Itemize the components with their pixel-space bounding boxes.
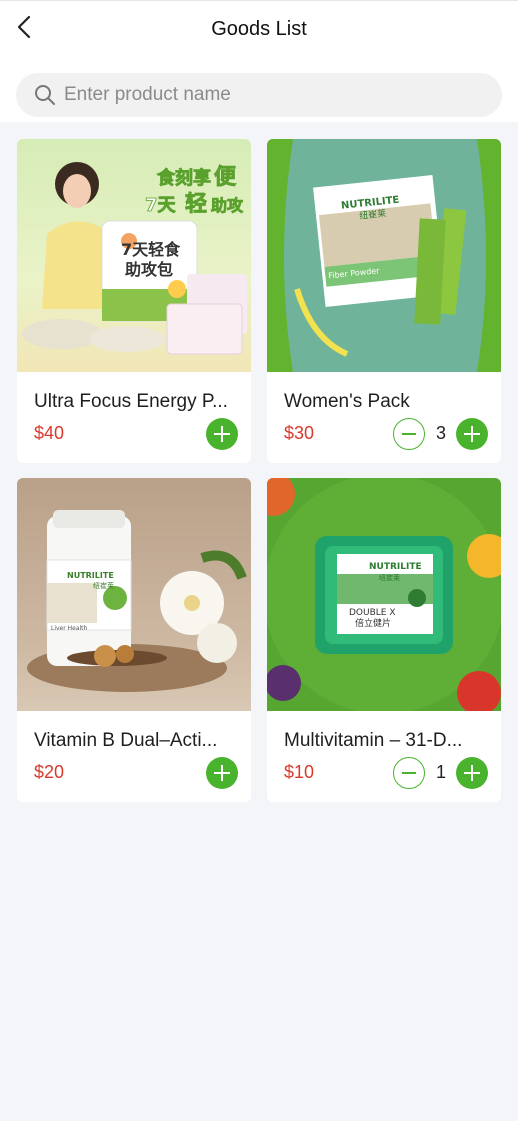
- product-name[interactable]: Women's Pack: [284, 391, 489, 413]
- increase-quantity-button[interactable]: [456, 757, 488, 789]
- product-price: $10: [284, 762, 315, 782]
- header-bar: Goods List: [0, 0, 518, 122]
- image-text: 助攻包: [125, 260, 173, 279]
- product-price: $40: [34, 423, 65, 443]
- product-image-2[interactable]: NUTRILITE 纽崔莱 Fiber Powder: [267, 139, 501, 372]
- image-text: 纽崔莱: [93, 581, 114, 590]
- product-price: $30: [284, 423, 315, 443]
- page-title: Goods List: [211, 18, 307, 40]
- image-text: NUTRILITE: [369, 562, 422, 572]
- image-text: 纽崔莱: [379, 573, 400, 582]
- image-text: 助攻: [211, 196, 244, 215]
- add-to-cart-button[interactable]: [206, 418, 238, 450]
- image-text: NUTRILITE: [67, 571, 114, 580]
- product-name[interactable]: Multivitamin – 31-D...: [284, 730, 489, 752]
- product-name[interactable]: Vitamin B Dual–Acti...: [34, 730, 239, 752]
- image-text: 倍立健片: [355, 617, 391, 629]
- product-image-1[interactable]: 7天轻食 助攻包 食刻享 便 7天 轻 助攻: [17, 139, 251, 372]
- image-text: Liver Health: [51, 625, 88, 632]
- decrease-quantity-button[interactable]: [393, 757, 425, 789]
- decrease-quantity-button[interactable]: [393, 418, 425, 450]
- search-bar[interactable]: [16, 73, 502, 117]
- quantity-value: 3: [435, 423, 446, 443]
- quantity-value: 1: [435, 762, 446, 782]
- image-text: 7天: [145, 195, 177, 216]
- increase-quantity-button[interactable]: [456, 418, 488, 450]
- image-text: 便: [214, 165, 237, 190]
- product-price: $20: [34, 762, 65, 782]
- product-card-4[interactable]: NUTRILITE 纽崔莱 DOUBLE X 倍立健片 Multivitamin…: [267, 478, 501, 802]
- product-card-3[interactable]: NUTRILITE 纽崔莱 Liver Health Vitamin B Dua…: [17, 478, 251, 802]
- search-input[interactable]: [64, 73, 484, 117]
- image-text: DOUBLE X: [349, 608, 396, 618]
- image-text: 轻: [185, 191, 207, 217]
- product-image-3[interactable]: NUTRILITE 纽崔莱 Liver Health: [17, 478, 251, 711]
- image-text: 7天轻食: [121, 240, 181, 259]
- image-text: 食刻享: [156, 167, 211, 189]
- add-to-cart-button[interactable]: [206, 757, 238, 789]
- product-image-4[interactable]: NUTRILITE 纽崔莱 DOUBLE X 倍立健片: [267, 478, 501, 711]
- search-icon: [35, 85, 55, 105]
- product-card-1[interactable]: 7天轻食 助攻包 食刻享 便 7天 轻 助攻 Ultra Focus Energ…: [17, 139, 251, 463]
- product-name[interactable]: Ultra Focus Energy P...: [34, 391, 239, 413]
- product-card-2[interactable]: NUTRILITE 纽崔莱 Fiber Powder Women's Pack …: [267, 139, 501, 463]
